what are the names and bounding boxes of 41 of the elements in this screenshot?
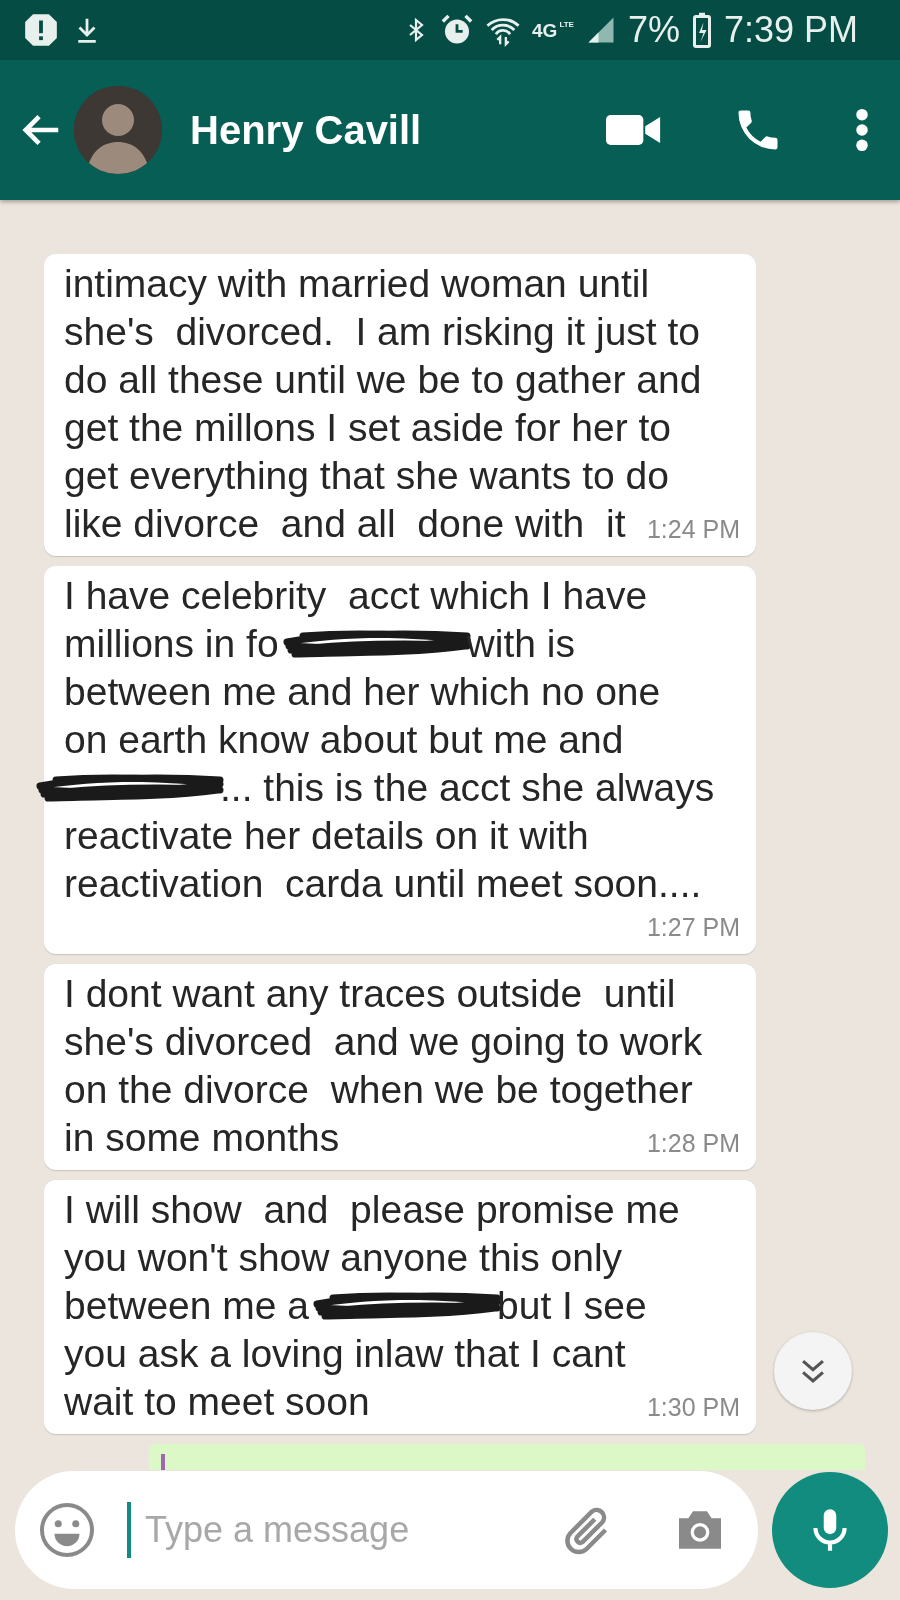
alert-icon [22,11,60,49]
message-text: wait to meet soon [64,1380,370,1424]
quote-bar [161,1454,165,1470]
emoji-icon[interactable] [37,1500,97,1560]
message-text: ... this is the acct she always [220,766,715,810]
message-time: 1:30 PM [646,1392,740,1423]
message-text: she's divorced and we going to work [64,1020,703,1064]
text-cursor [127,1502,131,1558]
message-time: 1:24 PM [646,514,740,545]
message-text: between me and her which no one [64,670,661,714]
message-text: like divorce and all done with it [64,502,626,546]
message-text: reactivation carda until meet soon.... [64,862,702,906]
message-text: get the millons I set aside for her to [64,406,671,450]
message-text: do all these until we be to gather and [64,358,702,402]
message-text: I will show and please promise me [64,1188,680,1232]
network-type: 4G [532,20,558,40]
message-text: with is [466,622,575,666]
clock: 7:39 PM [723,9,858,51]
contact-name[interactable]: Henry Cavill [190,107,596,153]
message-text: reactivate her details on it with [64,814,589,858]
message-input[interactable]: Type a message [145,1509,544,1551]
message-text: on earth know about but me and [64,718,624,762]
battery-icon [691,12,712,48]
network-subtype: LTE [559,20,574,29]
message-text: intimacy with married woman until [64,262,650,306]
message-time: 1:28 PM [646,1128,740,1159]
more-options-icon[interactable] [854,107,870,153]
message-text: in some months [64,1116,340,1160]
message-text: on the divorce when we be together [64,1068,693,1112]
message-text: get everything that she wants to do [64,454,669,498]
message-text: she's divorced. I am risking it just to [64,310,701,354]
message-text: but I see [497,1284,647,1328]
message-text: I dont want any traces outside until [64,972,676,1016]
battery-percent: 7% [627,9,680,51]
message-text: I have celebrity acct which I have [64,574,648,618]
message-text: you ask a loving inlaw that I cant [64,1332,626,1376]
message-text: millions in fo [64,622,279,666]
message-time: 1:27 PM [646,912,740,943]
message-text: you won't show anyone this only [64,1236,623,1280]
scroll-down-button[interactable] [774,1332,852,1410]
message-text: between me a [64,1284,309,1328]
